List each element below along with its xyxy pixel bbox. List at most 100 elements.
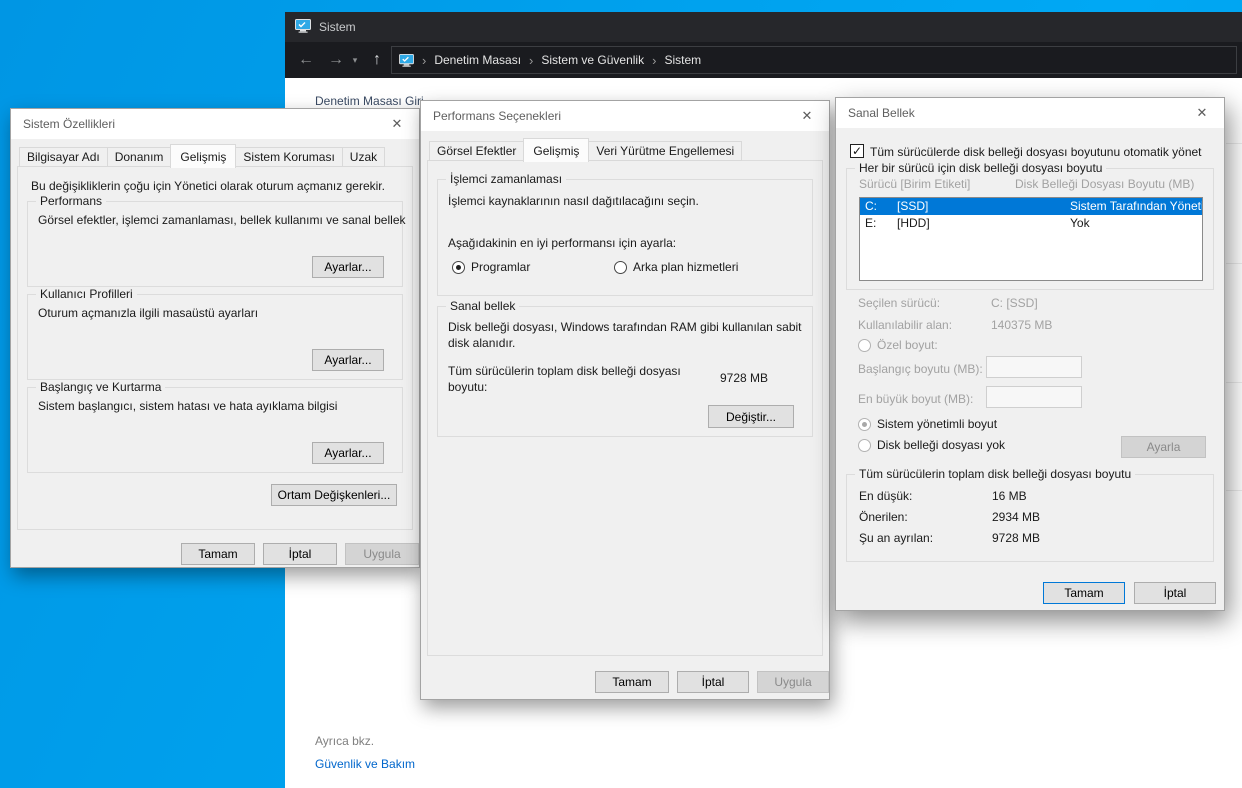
breadcrumb-item-control-panel[interactable]: Denetim Masası: [434, 53, 521, 67]
dialog-titlebar[interactable]: Performans Seçenekleri: [421, 101, 829, 131]
content-divider: [1226, 263, 1242, 264]
ok-button[interactable]: Tamam: [181, 543, 255, 565]
performance-group: Performans Görsel efektler, işlemci zama…: [27, 201, 403, 287]
apply-button[interactable]: Uygula: [757, 671, 829, 693]
custom-size-radio[interactable]: [858, 339, 871, 352]
group-legend: Kullanıcı Profilleri: [36, 287, 137, 301]
control-panel-home-link[interactable]: Denetim Masası Giri: [315, 94, 423, 108]
system-managed-radio[interactable]: [858, 418, 871, 431]
environment-variables-button[interactable]: Ortam Değişkenleri...: [271, 484, 397, 506]
performance-options-dialog: Performans Seçenekleri ✕ Görsel Efektler…: [420, 100, 830, 700]
background-services-radio-label[interactable]: Arka plan hizmetleri: [633, 260, 738, 274]
available-space-value: 140375 MB: [991, 318, 1052, 332]
breadcrumb: › Denetim Masası › Sistem ve Güvenlik › …: [391, 46, 1237, 74]
totals-group: Tüm sürücülerin toplam disk belleği dosy…: [846, 474, 1214, 562]
processor-scheduling-group: İşlemci zamanlaması İşlemci kaynaklarını…: [437, 179, 813, 296]
computer-icon[interactable]: [399, 54, 414, 67]
startup-recovery-settings-button[interactable]: Ayarlar...: [312, 442, 384, 464]
user-profiles-group: Kullanıcı Profilleri Oturum açmanızla il…: [27, 294, 403, 380]
auto-manage-label[interactable]: Tüm sürücülerde disk belleği dosyası boy…: [870, 145, 1202, 159]
cancel-button[interactable]: İptal: [1134, 582, 1216, 604]
virtual-memory-dialog: Sanal Bellek ✕ ✓ Tüm sürücülerde disk be…: [835, 97, 1225, 611]
dialog-titlebar[interactable]: Sanal Bellek: [836, 98, 1224, 128]
dialog-title: Performans Seçenekleri: [433, 109, 561, 123]
ok-button[interactable]: Tamam: [595, 671, 669, 693]
drive-row-c[interactable]: C: [SSD] Sistem Tarafından Yönetilen: [860, 198, 1202, 215]
no-paging-label[interactable]: Disk belleği dosyası yok: [877, 438, 1005, 452]
explorer-title: Sistem: [319, 20, 356, 34]
auto-manage-checkbox[interactable]: ✓: [850, 144, 864, 158]
back-icon[interactable]: ←: [293, 42, 319, 78]
minimum-label: En düşük:: [859, 489, 912, 503]
selected-drive-value: C: [SSD]: [991, 296, 1038, 310]
drive-letter: C:: [865, 198, 877, 215]
initial-size-label: Başlangıç boyutu (MB):: [858, 362, 983, 376]
group-legend: Tüm sürücülerin toplam disk belleği dosy…: [855, 467, 1135, 481]
drive-volume-label: [HDD]: [897, 215, 930, 232]
breadcrumb-item-system[interactable]: Sistem: [664, 53, 701, 67]
tab-visual-effects[interactable]: Görsel Efektler: [429, 141, 524, 161]
group-legend: Her bir sürücü için disk belleği dosyası…: [855, 161, 1106, 175]
content-divider: [1226, 143, 1242, 144]
allocated-value: 9728 MB: [992, 531, 1040, 545]
explorer-titlebar[interactable]: Sistem: [285, 12, 1242, 42]
tab-advanced[interactable]: Gelişmiş: [170, 144, 236, 168]
drive-row-e[interactable]: E: [HDD] Yok: [860, 215, 1202, 232]
max-size-input[interactable]: [986, 386, 1082, 408]
drive-list[interactable]: C: [SSD] Sistem Tarafından Yönetilen E: …: [859, 197, 1203, 281]
virtual-memory-group: Sanal bellek Disk belleği dosyası, Windo…: [437, 306, 813, 437]
computer-icon: [295, 19, 311, 36]
see-also-heading: Ayrıca bkz.: [315, 734, 374, 748]
initial-size-input[interactable]: [986, 356, 1082, 378]
allocated-label: Şu an ayrılan:: [859, 531, 933, 545]
drive-paging-size: Sistem Tarafından Yönetilen: [1070, 198, 1203, 215]
tab-hardware[interactable]: Donanım: [107, 147, 172, 167]
group-legend: Performans: [36, 194, 106, 208]
content-divider: [1226, 382, 1242, 383]
no-paging-radio[interactable]: [858, 439, 871, 452]
programs-radio-label[interactable]: Programlar: [471, 260, 530, 274]
minimum-value: 16 MB: [992, 489, 1027, 503]
tab-remote[interactable]: Uzak: [342, 147, 385, 167]
tab-system-protection[interactable]: Sistem Koruması: [235, 147, 342, 167]
breadcrumb-chevron-icon: ›: [529, 53, 533, 68]
available-space-label: Kullanılabilir alan:: [858, 318, 952, 332]
performance-desc: Görsel efektler, işlemci zamanlaması, be…: [38, 213, 406, 227]
breadcrumb-chevron-icon: ›: [422, 53, 426, 68]
explorer-navbar: ← → ▾ ↑ › Denetim Masası › Sistem ve Güv…: [285, 42, 1242, 78]
programs-radio[interactable]: [452, 261, 465, 274]
security-maintenance-link[interactable]: Güvenlik ve Bakım: [315, 757, 415, 771]
close-icon[interactable]: ✕: [1180, 98, 1224, 128]
custom-size-label[interactable]: Özel boyut:: [877, 338, 938, 352]
background-services-radio[interactable]: [614, 261, 627, 274]
max-size-label: En büyük boyut (MB):: [858, 392, 973, 406]
up-icon[interactable]: ↑: [365, 42, 389, 78]
ok-button[interactable]: Tamam: [1043, 582, 1125, 604]
chevron-down-icon[interactable]: ▾: [347, 42, 363, 78]
cancel-button[interactable]: İptal: [263, 543, 337, 565]
breadcrumb-item-system-security[interactable]: Sistem ve Güvenlik: [541, 53, 644, 67]
apply-button[interactable]: Uygula: [345, 543, 419, 565]
change-button[interactable]: Değiştir...: [708, 405, 794, 428]
drive-column-header: Sürücü [Birim Etiketi]: [859, 177, 970, 191]
tab-computer-name[interactable]: Bilgisayar Adı: [19, 147, 108, 167]
tab-dep[interactable]: Veri Yürütme Engellemesi: [588, 141, 742, 161]
close-icon[interactable]: ✕: [785, 101, 829, 131]
startup-recovery-group: Başlangıç ve Kurtarma Sistem başlangıcı,…: [27, 387, 403, 473]
close-icon[interactable]: ✕: [375, 109, 419, 139]
set-button[interactable]: Ayarla: [1121, 436, 1206, 458]
user-profiles-settings-button[interactable]: Ayarlar...: [312, 349, 384, 371]
tab-advanced[interactable]: Gelişmiş: [523, 138, 589, 162]
forward-icon[interactable]: →: [323, 42, 349, 78]
dialog-titlebar[interactable]: Sistem Özellikleri: [11, 109, 419, 139]
drive-paging-size: Yok: [1070, 215, 1090, 232]
scheduling-desc: İşlemci kaynaklarının nasıl dağıtılacağı…: [448, 194, 699, 208]
performance-settings-button[interactable]: Ayarlar...: [312, 256, 384, 278]
dialog-title: Sistem Özellikleri: [23, 117, 115, 131]
system-properties-dialog: Sistem Özellikleri ✕ Bilgisayar Adı Dona…: [10, 108, 420, 568]
startup-recovery-desc: Sistem başlangıcı, sistem hatası ve hata…: [38, 399, 337, 413]
system-managed-label[interactable]: Sistem yönetimli boyut: [877, 417, 997, 431]
drive-letter: E:: [865, 215, 876, 232]
selected-drive-label: Seçilen sürücü:: [858, 296, 940, 310]
cancel-button[interactable]: İptal: [677, 671, 749, 693]
